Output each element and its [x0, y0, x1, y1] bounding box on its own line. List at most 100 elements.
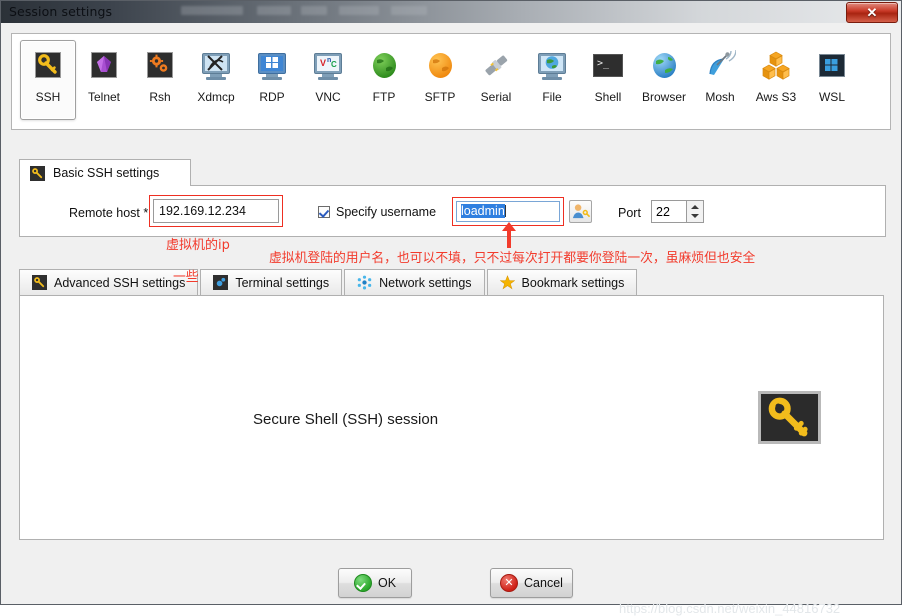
session-type-toolbar: SSH Telnet Rsh Xdmcp RDP V n C VNC FTP S…: [11, 33, 891, 130]
session-type-shell[interactable]: >_ Shell: [580, 40, 636, 120]
port-input[interactable]: [651, 200, 686, 223]
annotation-ip: 虚拟机的ip: [166, 238, 230, 253]
session-type-label: VNC: [315, 90, 341, 104]
orange-globe-icon: [424, 49, 456, 81]
ok-button-label: OK: [377, 576, 397, 590]
title-bar: Session settings ✕: [1, 1, 901, 24]
session-type-rdp[interactable]: RDP: [244, 40, 300, 120]
session-type-browser[interactable]: Browser: [636, 40, 692, 120]
session-type-sftp[interactable]: SFTP: [412, 40, 468, 120]
cubes-icon: [760, 49, 792, 81]
select-user-button[interactable]: [569, 200, 592, 223]
tab-label: Bookmark settings: [521, 275, 625, 290]
annotation-username-line2: 一些: [173, 270, 199, 285]
tab-network-settings[interactable]: Network settings: [344, 269, 485, 296]
session-type-rsh[interactable]: Rsh: [132, 40, 188, 120]
username-input[interactable]: loadmin: [456, 201, 560, 222]
checkbox-checked-icon: [318, 206, 330, 218]
windows-logo-icon: [816, 49, 848, 81]
check-circle-icon: [353, 574, 372, 592]
star-icon: [499, 275, 515, 290]
remote-host-input[interactable]: [153, 199, 279, 223]
terminal-icon: >_: [592, 49, 624, 81]
close-button[interactable]: ✕: [846, 2, 898, 23]
session-type-label: Mosh: [705, 90, 735, 104]
gears-icon: [144, 49, 176, 81]
tab-label: Terminal settings: [235, 275, 330, 290]
monitor-vnc-icon: V n C: [312, 49, 344, 81]
session-type-mosh[interactable]: Mosh: [692, 40, 748, 120]
session-type-label: Browser: [641, 90, 686, 104]
session-type-label: Serial: [480, 90, 512, 104]
monitor-windows-icon: [256, 49, 288, 81]
port-spinner[interactable]: [686, 200, 704, 223]
port-label: Port: [618, 206, 641, 220]
session-type-label: WSL: [818, 90, 845, 104]
annotation-arrow-icon: [502, 222, 516, 248]
basic-settings-panel: [19, 185, 886, 237]
svg-text:V: V: [320, 58, 326, 68]
session-type-ssh[interactable]: SSH: [20, 40, 76, 120]
session-type-label: Xdmcp: [197, 90, 235, 104]
key-icon: [758, 391, 821, 444]
session-type-telnet[interactable]: Telnet: [76, 40, 132, 120]
session-type-file[interactable]: File: [524, 40, 580, 120]
svg-text:C: C: [331, 60, 337, 69]
session-type-aws-s3[interactable]: Aws S3: [748, 40, 804, 120]
session-type-ftp[interactable]: FTP: [356, 40, 412, 120]
terminal-blue-icon: [213, 275, 229, 290]
monitor-x-icon: [200, 49, 232, 81]
dialog-client-area: SSH Telnet Rsh Xdmcp RDP V n C VNC FTP S…: [1, 23, 901, 616]
tab-bookmark-settings[interactable]: Bookmark settings: [486, 269, 638, 296]
remote-host-label: Remote host *: [69, 206, 149, 220]
ok-button[interactable]: OK: [338, 568, 412, 598]
plug-icon: [480, 49, 512, 81]
spinner-up-icon[interactable]: [691, 205, 699, 209]
session-type-label: RDP: [259, 90, 285, 104]
specify-username-checkbox[interactable]: Specify username: [318, 205, 436, 219]
session-settings-dialog: Session settings ✕ SSH Telnet Rsh Xdmcp …: [0, 0, 902, 616]
tab-label: Network settings: [379, 275, 472, 290]
session-type-label: Telnet: [87, 90, 121, 104]
session-type-wsl[interactable]: WSL: [804, 40, 860, 120]
username-value: loadmin: [461, 204, 505, 218]
svg-text:>_: >_: [597, 58, 610, 69]
session-type-label: Rsh: [149, 90, 171, 104]
cancel-button[interactable]: ✕ Cancel: [490, 568, 573, 598]
session-type-label: SSH: [35, 90, 61, 104]
text-caret: [504, 205, 506, 217]
tab-label: Advanced SSH settings: [54, 275, 186, 290]
satellite-dish-icon: [704, 49, 737, 81]
key-icon: [30, 165, 45, 181]
annotation-username-line1: 虚拟机登陆的用户名，也可以不填，只不过每次打开都要你登陆一次，虽麻烦但也安全: [269, 251, 756, 266]
tab-terminal-settings[interactable]: Terminal settings: [200, 269, 343, 296]
spinner-down-icon[interactable]: [691, 214, 699, 218]
tab-label: Basic SSH settings: [53, 166, 160, 180]
specify-username-label: Specify username: [336, 205, 437, 219]
settings-tab-strip: Advanced SSH settings Terminal settings: [19, 269, 639, 296]
tab-advanced-ssh-settings[interactable]: Advanced SSH settings: [19, 269, 199, 296]
session-type-label: FTP: [372, 90, 396, 104]
cross-circle-icon: ✕: [500, 574, 519, 592]
session-type-vnc[interactable]: V n C VNC: [300, 40, 356, 120]
tab-basic-ssh-settings[interactable]: Basic SSH settings: [19, 159, 191, 186]
key-icon: [32, 49, 64, 81]
window-title: Session settings: [9, 4, 113, 19]
close-icon: ✕: [866, 5, 878, 20]
earth-icon: [648, 49, 680, 81]
network-nodes-icon: [357, 275, 372, 290]
blurred-background-text: [181, 3, 601, 21]
user-key-icon: [572, 204, 591, 219]
monitor-globe-icon: [536, 49, 568, 81]
session-description: Secure Shell (SSH) session: [253, 411, 439, 428]
session-type-serial[interactable]: Serial: [468, 40, 524, 120]
cancel-button-label: Cancel: [524, 576, 563, 590]
watermark: https://blog.csdn.net/weixin_44816732: [619, 601, 841, 616]
session-preview-panel: [19, 295, 884, 540]
key-icon: [32, 275, 47, 290]
gem-icon: [88, 49, 120, 81]
green-globe-icon: [368, 49, 400, 81]
session-type-label: SFTP: [424, 90, 456, 104]
session-type-label: Shell: [594, 90, 622, 104]
session-type-xdmcp[interactable]: Xdmcp: [188, 40, 244, 120]
